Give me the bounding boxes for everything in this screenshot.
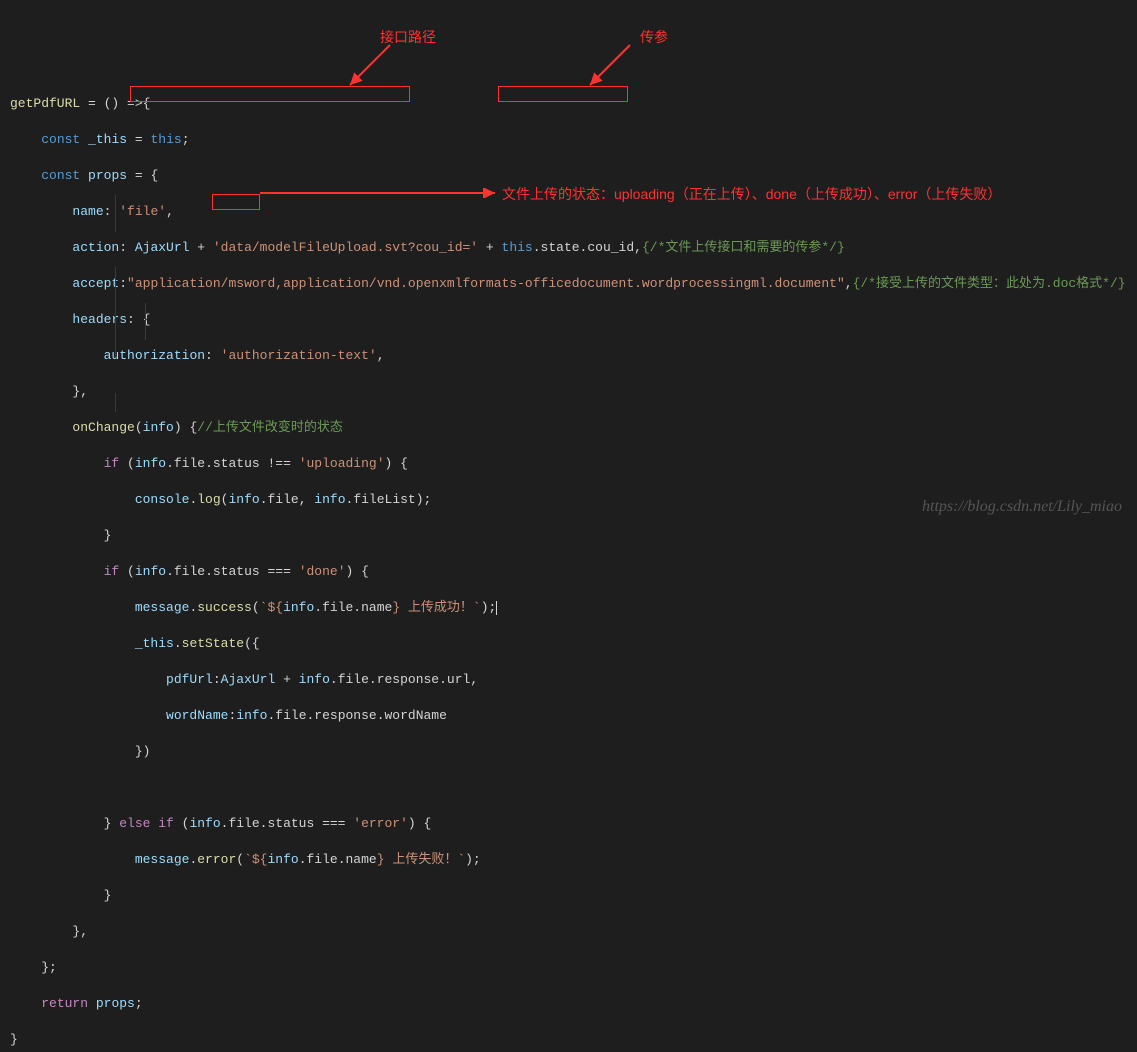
- code-line: },: [10, 383, 1137, 401]
- code-line: authorization: 'authorization-text',: [10, 347, 1137, 365]
- code-line: wordName:info.file.response.wordName: [10, 707, 1137, 725]
- annotation-params: 传参: [640, 28, 668, 46]
- code-line: onChange(info) {//上传文件改变时的状态: [10, 419, 1137, 437]
- code-line: if (info.file.status === 'done') {: [10, 563, 1137, 581]
- code-line: headers: {: [10, 311, 1137, 329]
- code-line: };: [10, 959, 1137, 977]
- code-line: [10, 779, 1137, 797]
- code-line: action: AjaxUrl + 'data/modelFileUpload.…: [10, 239, 1137, 257]
- code-line: getPdfURL = () =>{: [10, 95, 1137, 113]
- code-line: }: [10, 527, 1137, 545]
- code-line: if (info.file.status !== 'uploading') {: [10, 455, 1137, 473]
- code-line: }): [10, 743, 1137, 761]
- code-line: return props;: [10, 995, 1137, 1013]
- code-line: const props = {: [10, 167, 1137, 185]
- code-line: message.error(`${info.file.name} 上传失败！`)…: [10, 851, 1137, 869]
- code-line: }: [10, 887, 1137, 905]
- code-line: accept:"application/msword,application/v…: [10, 275, 1137, 293]
- watermark: https://blog.csdn.net/Lily_miao: [922, 498, 1122, 516]
- code-line: name: 'file',: [10, 203, 1137, 221]
- code-line: } else if (info.file.status === 'error')…: [10, 815, 1137, 833]
- annotation-status: 文件上传的状态：uploading（正在上传）、done（上传成功）、error…: [502, 185, 1001, 203]
- code-editor[interactable]: getPdfURL = () =>{ const _this = this; c…: [0, 72, 1137, 1052]
- code-line: const _this = this;: [10, 131, 1137, 149]
- code-line: message.success(`${info.file.name} 上传成功！…: [10, 599, 1137, 617]
- code-line: }: [10, 1031, 1137, 1049]
- annotation-interface-path: 接口路径: [380, 28, 436, 46]
- code-line: pdfUrl:AjaxUrl + info.file.response.url,: [10, 671, 1137, 689]
- code-line: },: [10, 923, 1137, 941]
- text-cursor: [496, 601, 497, 615]
- code-line: _this.setState({: [10, 635, 1137, 653]
